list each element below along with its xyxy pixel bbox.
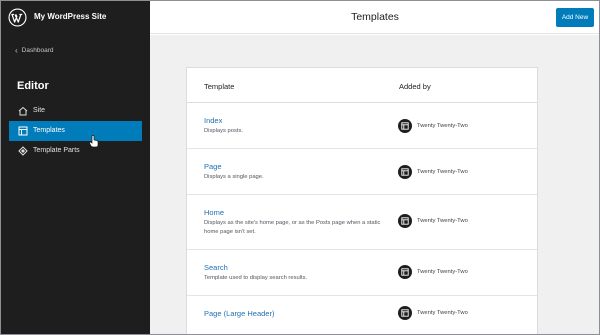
hand-cursor-icon	[89, 135, 99, 148]
main-content: Template Added by Index Displays posts. …	[150, 35, 599, 334]
template-description: Displays posts.	[204, 128, 243, 134]
template-description: Displays a single page.	[204, 174, 264, 180]
added-by: Twenty Twenty-Two	[398, 165, 468, 179]
added-by-name: Twenty Twenty-Two	[417, 269, 468, 275]
dashboard-label: Dashboard	[21, 47, 54, 54]
added-by-name: Twenty Twenty-Two	[417, 218, 468, 224]
sidebar: My WordPress Site ‹ Dashboard Editor Sit…	[1, 1, 150, 334]
sidebar-item-label: Template Parts	[33, 147, 80, 154]
table-row: Home Displays as the site's home page, o…	[187, 195, 537, 250]
theme-avatar	[398, 119, 412, 133]
layout-icon	[401, 168, 409, 176]
theme-avatar	[398, 306, 412, 320]
theme-avatar	[398, 265, 412, 279]
table-header: Template Added by	[187, 68, 537, 103]
template-link-page[interactable]: Page	[204, 162, 222, 171]
sidebar-item-template-parts[interactable]: Template Parts	[9, 141, 142, 161]
template-link-search[interactable]: Search	[204, 263, 228, 272]
app-window: My WordPress Site ‹ Dashboard Editor Sit…	[0, 0, 600, 335]
layout-icon	[401, 309, 409, 317]
template-link-index[interactable]: Index	[204, 116, 222, 125]
added-by: Twenty Twenty-Two	[398, 214, 468, 228]
theme-avatar	[398, 165, 412, 179]
editor-heading: Editor	[17, 80, 49, 92]
added-by-name: Twenty Twenty-Two	[417, 169, 468, 175]
add-new-button[interactable]: Add New	[556, 8, 594, 27]
layout-icon	[401, 122, 409, 130]
table-row: Index Displays posts. Twenty Twenty-Two	[187, 103, 537, 149]
page-title: Templates	[351, 11, 399, 23]
added-by-name: Twenty Twenty-Two	[417, 310, 468, 316]
templates-table: Template Added by Index Displays posts. …	[186, 67, 538, 334]
site-title: My WordPress Site	[34, 12, 107, 21]
symbol-icon	[18, 146, 28, 156]
added-by: Twenty Twenty-Two	[398, 119, 468, 133]
sidebar-item-label: Templates	[33, 127, 65, 134]
site-header[interactable]: My WordPress Site	[1, 1, 150, 34]
layout-icon	[401, 268, 409, 276]
template-description: Template used to display search results.	[204, 275, 308, 281]
column-header-added-by: Added by	[399, 82, 431, 91]
home-icon	[18, 106, 28, 116]
column-header-template: Template	[204, 82, 235, 91]
sidebar-item-templates[interactable]: Templates	[9, 121, 142, 141]
added-by: Twenty Twenty-Two	[398, 265, 468, 279]
table-row: Search Template used to display search r…	[187, 250, 537, 296]
added-by: Twenty Twenty-Two	[398, 306, 468, 320]
sidebar-item-site[interactable]: Site	[9, 101, 142, 121]
template-link-home[interactable]: Home	[204, 208, 224, 217]
sidebar-item-label: Site	[33, 107, 46, 114]
table-row: Page Displays a single page. Twenty Twen…	[187, 149, 537, 195]
added-by-name: Twenty Twenty-Two	[417, 123, 468, 129]
dashboard-back-link[interactable]: ‹ Dashboard	[15, 45, 54, 55]
chevron-left-icon: ‹	[15, 45, 18, 55]
wordpress-logo-icon[interactable]	[8, 8, 27, 27]
header-bar: Templates Add New	[150, 1, 599, 34]
template-description: Displays as the site's home page, or as …	[204, 220, 381, 235]
template-link-page-large-header[interactable]: Page (Large Header)	[204, 309, 274, 318]
theme-avatar	[398, 214, 412, 228]
table-row: Page (Large Header) Twenty Twenty-Two	[187, 296, 537, 334]
layout-icon	[401, 217, 409, 225]
layout-icon	[18, 126, 28, 136]
